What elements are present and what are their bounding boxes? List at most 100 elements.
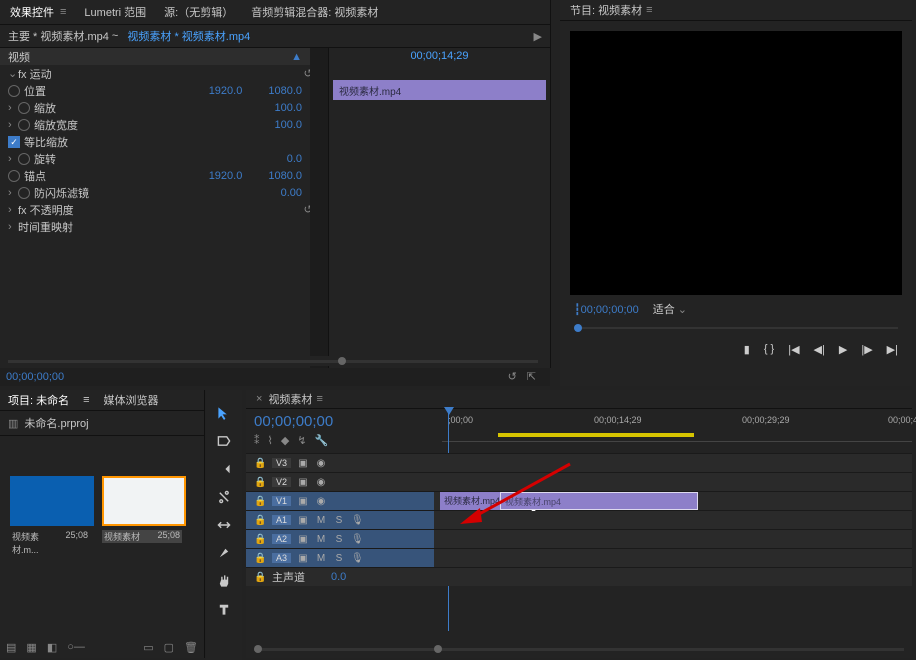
mark-out-icon[interactable]: { }	[764, 343, 774, 356]
go-start-icon[interactable]: |◀	[788, 343, 799, 356]
toggle-output-icon[interactable]: ▣	[297, 515, 309, 526]
track-v3[interactable]: 🔒V3▣◉	[246, 453, 912, 472]
razor-tool[interactable]	[215, 488, 233, 506]
program-scrubber[interactable]	[574, 323, 898, 333]
lock-icon[interactable]: 🔒	[254, 515, 266, 526]
breadcrumb-clip[interactable]: 视频素材 * 视频素材.mp4	[127, 28, 250, 44]
mini-clip[interactable]: 视频素材.mp4	[333, 80, 546, 100]
trash-icon[interactable]: 🗑	[184, 641, 198, 654]
export-icon[interactable]: ⇱	[527, 370, 536, 383]
row-uniform-scale[interactable]: ✓等比缩放Ω	[0, 133, 328, 150]
wrench-icon[interactable]: 🔧	[315, 434, 329, 447]
panel-menu-icon[interactable]: ≡	[316, 393, 322, 405]
type-tool[interactable]	[215, 600, 233, 618]
row-motion[interactable]: ⌄fx 运动↺ Ω	[0, 65, 328, 82]
tab-audio-mixer[interactable]: 音频剪辑混合器: 视频素材	[251, 4, 378, 20]
toggle-output-icon[interactable]: ▣	[297, 477, 309, 488]
hand-tool[interactable]	[215, 572, 233, 590]
tab-lumetri[interactable]: Lumetri 范围	[84, 4, 146, 20]
mark-in-icon[interactable]: ▮	[744, 343, 750, 356]
effect-footer: 00;00;00;00 ↺⇱	[0, 368, 550, 386]
toggle-output-icon[interactable]: ▣	[297, 496, 309, 507]
panel-menu-icon[interactable]: ≡	[83, 394, 89, 406]
checkbox-icon[interactable]: ✓	[8, 136, 20, 148]
mic-icon[interactable]: 🎙	[351, 553, 363, 564]
loop-icon[interactable]: ↺	[508, 370, 517, 383]
work-area-bar[interactable]	[498, 433, 694, 437]
program-timecode[interactable]: 00;00;00;00	[581, 304, 639, 316]
track-a3[interactable]: 🔒A3▣MS🎙	[246, 548, 912, 567]
effect-scrollbar[interactable]	[0, 356, 550, 366]
track-a2[interactable]: 🔒A2▣MS🎙	[246, 529, 912, 548]
toggle-output-icon[interactable]: ▣	[297, 458, 309, 469]
new-item-icon[interactable]: ▢	[164, 641, 174, 654]
ripple-edit-tool[interactable]	[215, 460, 233, 478]
eye-icon[interactable]: ◉	[315, 496, 327, 507]
track-master[interactable]: 🔒主声道0.0	[246, 567, 912, 586]
project-item[interactable]: 视频素材25;08	[102, 476, 182, 556]
eye-icon[interactable]: ◉	[315, 458, 327, 469]
effect-mini-timeline[interactable]: 00;00;14;29 视频素材.mp4	[328, 48, 550, 368]
pen-tool[interactable]	[215, 544, 233, 562]
play-icon[interactable]: ▶	[534, 30, 542, 43]
toggle-output-icon[interactable]: ▣	[297, 534, 309, 545]
track-v1[interactable]: 🔒V1▣◉ 视频素材.mp4 视频素材.mp4 -00;00;05;03 ↖	[246, 491, 912, 510]
thumbnail[interactable]	[102, 476, 186, 526]
panel-menu-icon[interactable]: ≡	[60, 6, 66, 18]
track-v2[interactable]: 🔒V2▣◉	[246, 472, 912, 491]
new-bin-icon[interactable]: ▭	[143, 641, 153, 654]
link-icon[interactable]: ⌇	[268, 434, 273, 447]
row-scale-width[interactable]: ›缩放宽度100.0	[0, 116, 328, 133]
slip-tool[interactable]	[215, 516, 233, 534]
row-opacity[interactable]: ›fx 不透明度↺ Ω	[0, 201, 328, 218]
tab-sequence[interactable]: 视频素材	[268, 391, 312, 407]
marker-icon[interactable]: ◆	[281, 434, 289, 447]
timeline-ruler-area[interactable]: ;00;00 00;00;14;29 00;00;29;29 00;00;44;…	[442, 409, 912, 453]
row-time-remap[interactable]: ›时间重映射	[0, 218, 328, 235]
freeform-icon[interactable]: ◧	[47, 641, 57, 654]
fit-dropdown[interactable]: 适合	[653, 301, 687, 317]
close-tab-icon[interactable]: ×	[256, 393, 262, 405]
transport-controls: ▮ { } |◀ ◀| ▶ |▶ ▶|	[560, 337, 912, 362]
step-back-icon[interactable]: ◀|	[814, 343, 825, 356]
row-scale[interactable]: ›缩放100.0	[0, 99, 328, 116]
project-item[interactable]: 视频素材.m...25;08	[10, 476, 90, 556]
row-video-header[interactable]: 视频▲	[0, 48, 328, 65]
panel-menu-icon[interactable]: ≡	[646, 4, 652, 16]
row-flicker[interactable]: ›防闪烁滤镜0.00	[0, 184, 328, 201]
tab-media-browser[interactable]: 媒体浏览器	[104, 392, 159, 408]
zoom-slider[interactable]: ○—	[67, 641, 85, 654]
icon-view-icon[interactable]: ▦	[26, 641, 36, 654]
selection-tool[interactable]	[215, 404, 233, 422]
list-view-icon[interactable]: ▤	[6, 641, 16, 654]
row-anchor[interactable]: 锚点1920.01080.0	[0, 167, 328, 184]
lock-icon[interactable]: 🔒	[254, 477, 266, 488]
step-fwd-icon[interactable]: |▶	[861, 343, 872, 356]
mic-icon[interactable]: 🎙	[351, 515, 363, 526]
go-end-icon[interactable]: ▶|	[887, 343, 898, 356]
toggle-output-icon[interactable]: ▣	[297, 553, 309, 564]
tab-project[interactable]: 项目: 未命名	[8, 392, 69, 408]
tab-effect-controls[interactable]: 效果控件	[10, 4, 54, 20]
program-viewer[interactable]	[570, 31, 902, 295]
tab-source[interactable]: 源:（无剪辑）	[164, 4, 233, 20]
track-a1[interactable]: 🔒A1▣MS🎙	[246, 510, 912, 529]
lock-icon[interactable]: 🔒	[254, 496, 266, 507]
timeline-timecode[interactable]: 00;00;00;00	[254, 413, 434, 430]
timeline-zoom-bar[interactable]	[254, 644, 904, 654]
row-rotation[interactable]: ›旋转0.0	[0, 150, 328, 167]
play-icon[interactable]: ▶	[839, 343, 847, 356]
settings-icon[interactable]: ↯	[297, 434, 306, 447]
snap-icon[interactable]: ⁑	[254, 434, 260, 447]
thumbnail[interactable]	[10, 476, 94, 526]
tab-program[interactable]: 节目: 视频素材	[570, 2, 642, 18]
lock-icon[interactable]: 🔒	[254, 572, 266, 583]
mic-icon[interactable]: 🎙	[351, 534, 363, 545]
eye-icon[interactable]: ◉	[315, 477, 327, 488]
lock-icon[interactable]: 🔒	[254, 553, 266, 564]
lock-icon[interactable]: 🔒	[254, 458, 266, 469]
row-position[interactable]: 位置1920.01080.0	[0, 82, 328, 99]
track-select-tool[interactable]	[215, 432, 233, 450]
lock-icon[interactable]: 🔒	[254, 534, 266, 545]
breadcrumb-master[interactable]: 主要 * 视频素材.mp4	[8, 28, 109, 44]
